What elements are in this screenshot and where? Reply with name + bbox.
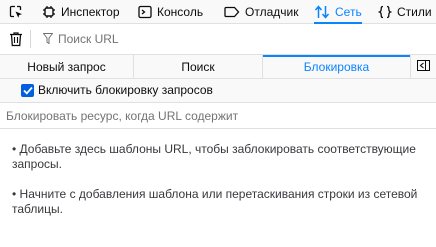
tab-debugger[interactable]: Отладчик [224,0,298,23]
tab-inspector[interactable]: Инспектор [42,0,120,23]
tab-new-request-label: Новый запрос [27,59,106,74]
console-icon [138,5,152,19]
checkmark-icon [22,84,33,98]
element-picker-button[interactable] [9,0,27,23]
element-picker-icon [9,5,23,19]
search-url-input[interactable] [56,30,260,48]
tab-inspector-label: Инспектор [61,4,120,19]
enable-blocking-row: Включить блокировку запросов [0,79,436,103]
tab-blocking-label: Блокировка [303,59,370,74]
tab-style-editor[interactable]: Стили [378,0,432,23]
tab-console-label: Консоль [157,4,204,19]
enable-blocking-checkbox[interactable] [21,84,34,97]
tab-new-request[interactable]: Новый запрос [0,55,133,78]
filter-icon [42,33,54,47]
tab-search-label: Поиск [181,59,215,74]
inspector-icon [42,5,56,19]
style-editor-icon [378,5,392,19]
tab-style-editor-label: Стили [397,4,432,19]
hint-drag-row: • Начните с добавления шаблона или перет… [12,187,418,216]
hint-add-patterns: • Добавьте здесь шаблоны URL, чтобы забл… [12,142,416,171]
devtools-toolbar: Инспектор Консоль Отладчик Сеть Стили [0,0,436,24]
network-icon [314,4,330,19]
tab-search[interactable]: Поиск [134,55,262,78]
collapse-panel-button[interactable] [410,55,436,78]
tab-blocking[interactable]: Блокировка [263,55,410,78]
trash-icon[interactable] [9,31,23,50]
filter-bar [0,24,436,55]
enable-blocking-label[interactable]: Включить блокировку запросов [38,83,213,97]
tab-debugger-label: Отладчик [245,4,299,19]
tab-console[interactable]: Консоль [138,0,203,23]
tab-network-label: Сеть [335,4,362,19]
sidebar-tabs: Новый запрос Поиск Блокировка [0,55,436,79]
block-pattern-input[interactable] [6,107,426,125]
filter-separator [30,30,31,48]
collapse-panel-icon [417,59,430,74]
tab-network[interactable]: Сеть [314,0,362,24]
debugger-icon [224,5,240,19]
block-pattern-row [0,103,436,129]
blocking-hints: • Добавьте здесь шаблоны URL, чтобы забл… [12,142,422,232]
